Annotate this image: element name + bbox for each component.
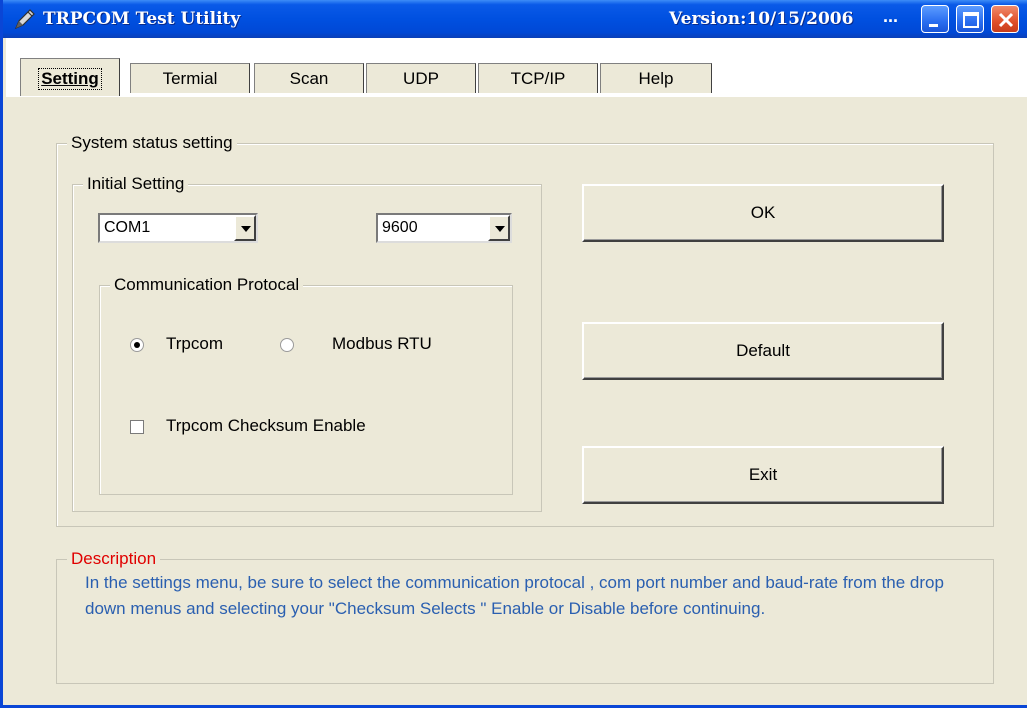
tab-setting[interactable]: Setting (20, 58, 120, 98)
minimize-icon (929, 24, 938, 27)
chevron-down-icon[interactable] (488, 215, 510, 241)
checksum-checkbox[interactable] (130, 420, 144, 434)
chevron-down-icon[interactable] (234, 215, 256, 241)
tab-scan-label: Scan (289, 68, 329, 88)
tab-udp[interactable]: UDP (366, 63, 476, 93)
tab-strip: Setting Termial Scan UDP TCP/IP Help (6, 38, 1027, 98)
tab-setting-label: Setting (38, 67, 102, 90)
tab-tcpip-label: TCP/IP (510, 68, 566, 88)
trpcom-radio[interactable] (130, 338, 144, 352)
checksum-label[interactable]: Trpcom Checksum Enable (166, 416, 366, 436)
baud-rate-select[interactable]: 9600 (376, 213, 512, 243)
title-bar[interactable]: TRPCOM Test Utility Version:10/15/2006 .… (3, 0, 1027, 38)
version-label: Version:10/15/2006 (669, 9, 854, 29)
tab-help[interactable]: Help (600, 63, 712, 93)
app-pen-icon (14, 9, 35, 30)
default-button[interactable]: Default (582, 322, 944, 380)
initial-setting-label: Initial Setting (83, 174, 189, 194)
modbus-radio[interactable] (280, 338, 294, 352)
description-label: Description (67, 549, 161, 569)
trpcom-radio-label[interactable]: Trpcom (166, 334, 223, 354)
window-title: TRPCOM Test Utility (43, 9, 241, 29)
description-group: Description In the settings menu, be sur… (56, 549, 994, 684)
tab-scan[interactable]: Scan (254, 63, 364, 93)
setting-panel: System status setting Initial Setting CO… (6, 96, 1027, 705)
ok-button[interactable]: OK (582, 184, 944, 242)
app-window: TRPCOM Test Utility Version:10/15/2006 .… (0, 0, 1027, 708)
protocol-group: Communication Protocal Trpcom Modbus RTU… (99, 275, 513, 495)
tab-termial[interactable]: Termial (130, 63, 250, 93)
tab-termial-label: Termial (162, 68, 218, 88)
modbus-radio-label[interactable]: Modbus RTU (332, 334, 432, 354)
tab-tcpip[interactable]: TCP/IP (478, 63, 598, 93)
com-port-select[interactable]: COM1 (98, 213, 258, 243)
tab-udp-label: UDP (403, 68, 439, 88)
tab-help-label: Help (638, 68, 674, 88)
maximize-button[interactable] (956, 5, 984, 33)
minimize-button[interactable] (921, 5, 949, 33)
description-text: In the settings menu, be sure to select … (85, 573, 944, 618)
exit-button[interactable]: Exit (582, 446, 944, 504)
system-status-group: System status setting Initial Setting CO… (56, 133, 994, 527)
baud-rate-value: 9600 (382, 219, 418, 236)
close-icon (998, 12, 1014, 28)
close-button[interactable] (991, 5, 1019, 33)
com-port-value: COM1 (104, 219, 151, 236)
title-ellipsis: ... (883, 6, 899, 26)
protocol-label: Communication Protocal (110, 275, 304, 295)
maximize-icon (963, 12, 979, 28)
system-status-label: System status setting (67, 133, 237, 153)
initial-setting-group: Initial Setting COM1 9600 Communication … (72, 174, 542, 512)
